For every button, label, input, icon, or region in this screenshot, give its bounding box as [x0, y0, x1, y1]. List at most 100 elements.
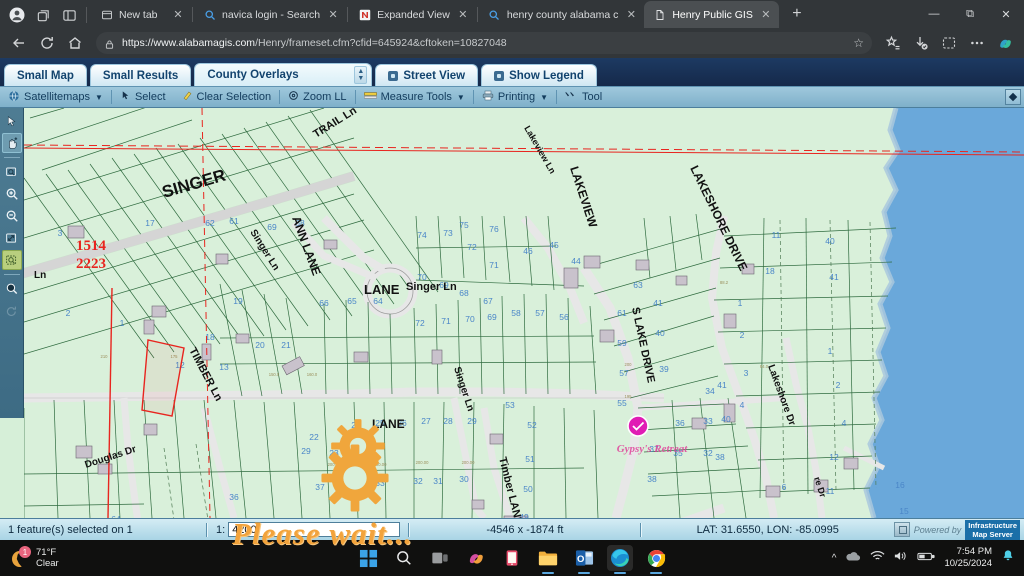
- zoom-previous-tool[interactable]: [1, 250, 22, 270]
- onedrive-icon[interactable]: [845, 549, 861, 567]
- battery-icon[interactable]: [917, 549, 936, 567]
- copilot-icon[interactable]: [992, 30, 1018, 56]
- tool-satellitemaps[interactable]: Satellitemaps ▼: [0, 87, 111, 107]
- browser-tab-expanded-view[interactable]: Expanded View ✕: [349, 1, 476, 28]
- svg-text:1: 1: [120, 318, 125, 328]
- svg-text:50: 50: [523, 484, 533, 494]
- workspaces-icon[interactable]: [30, 2, 56, 28]
- zoom-rectangle-tool[interactable]: [2, 162, 22, 182]
- svg-text:17: 17: [145, 218, 155, 228]
- diamond-icon: [1008, 92, 1018, 102]
- svg-text:2: 2: [66, 308, 71, 318]
- file-explorer-icon[interactable]: [535, 545, 561, 571]
- browser-window: New tab ✕ navica login - Search ✕ Expand…: [0, 0, 1024, 551]
- zoom-in-tool[interactable]: [2, 184, 22, 204]
- new-tab-button[interactable]: +: [785, 2, 809, 26]
- browser-tab-navica-login[interactable]: navica login - Search ✕: [194, 1, 346, 28]
- profile-icon[interactable]: [4, 2, 30, 28]
- back-button[interactable]: [6, 30, 32, 56]
- tool-label: Clear Selection: [196, 91, 272, 103]
- restore-button[interactable]: ⧉: [952, 0, 988, 28]
- close-button[interactable]: ✕: [988, 0, 1024, 28]
- gis-tab-small-results[interactable]: Small Results: [89, 64, 192, 86]
- windows-taskbar: 1 71°F Clear O ^ 7:54 PM 10/25/2024: [0, 540, 1024, 576]
- svg-text:45: 45: [549, 240, 559, 250]
- gis-tab-street-view[interactable]: Street View: [375, 64, 479, 86]
- phone-link-icon[interactable]: [499, 545, 525, 571]
- svg-text:72: 72: [415, 318, 425, 328]
- tool-measure-tools[interactable]: Measure Tools ▼: [356, 87, 473, 107]
- zoom-full-extent-tool[interactable]: [2, 228, 22, 248]
- gis-tab-label: Show Legend: [509, 69, 584, 82]
- copilot-icon[interactable]: [463, 545, 489, 571]
- toolstrip-expand-button[interactable]: [1005, 89, 1021, 105]
- browser-tab-henry-public-gis[interactable]: Henry Public GIS ✕: [644, 1, 779, 28]
- minimize-button[interactable]: —: [916, 0, 952, 28]
- refresh-button[interactable]: [34, 30, 60, 56]
- pan-hand-tool[interactable]: [1, 133, 22, 153]
- address-bar[interactable]: https://www.alabamagis.com/Henry/framese…: [96, 32, 872, 54]
- tab-actions-icon[interactable]: [56, 2, 82, 28]
- browser-tab-henry-county-alabama[interactable]: henry county alabama c ✕: [479, 1, 644, 28]
- browser-tab-new-tab[interactable]: New tab ✕: [91, 1, 191, 28]
- tool-label: Satellitemaps: [24, 91, 91, 103]
- svg-text:33: 33: [375, 478, 385, 488]
- volume-icon[interactable]: [894, 549, 908, 567]
- eraser-icon: [182, 90, 193, 104]
- url-path: /Henry/frameset.cfm?cfid=645924&cftoken=…: [255, 37, 507, 49]
- home-button[interactable]: [62, 30, 88, 56]
- tab-close-icon[interactable]: ✕: [759, 8, 773, 22]
- tab-close-icon[interactable]: ✕: [624, 8, 638, 22]
- collections-icon[interactable]: [880, 30, 906, 56]
- tab-divider: [86, 7, 87, 23]
- svg-text:195: 195: [625, 394, 633, 399]
- weather-widget[interactable]: 1 71°F Clear: [0, 546, 150, 569]
- wifi-icon[interactable]: [870, 549, 885, 567]
- svg-text:40: 40: [655, 328, 665, 338]
- arrow-select-tool[interactable]: [2, 111, 22, 131]
- outlook-mail-icon[interactable]: O: [571, 545, 597, 571]
- scale-input[interactable]: [228, 522, 401, 537]
- downloads-icon[interactable]: [908, 30, 934, 56]
- browser-tabstrip: New tab ✕ navica login - Search ✕ Expand…: [0, 0, 1024, 28]
- identify-tool[interactable]: [2, 279, 22, 299]
- svg-text:34: 34: [705, 386, 715, 396]
- gis-tab-small-map[interactable]: Small Map: [4, 64, 87, 86]
- newtab-icon: [100, 8, 113, 21]
- tool-zoom-ll[interactable]: Zoom LL: [280, 87, 354, 107]
- map-canvas[interactable]: 321 17 12 13 18 19 69 68 66 65 64 74 73 72 71 7…: [24, 108, 1024, 518]
- tool-clear-selection[interactable]: Clear Selection: [174, 87, 280, 107]
- street-view-icon: [388, 70, 399, 81]
- tool-tool[interactable]: Tool: [557, 87, 610, 107]
- legend-icon: [494, 70, 505, 81]
- chevron-up-icon[interactable]: ^: [832, 553, 837, 564]
- taskbar-clock[interactable]: 7:54 PM 10/25/2024: [944, 546, 992, 570]
- tab-separator: [476, 6, 478, 22]
- window-controls: — ⧉ ✕: [916, 0, 1024, 28]
- split-screen-icon[interactable]: [936, 30, 962, 56]
- settings-more-icon[interactable]: [964, 30, 990, 56]
- microsoft-edge-icon[interactable]: [607, 545, 633, 571]
- gis-tab-show-legend[interactable]: Show Legend: [481, 64, 597, 86]
- svg-text:56: 56: [559, 312, 569, 322]
- tab-close-icon[interactable]: ✕: [171, 8, 185, 22]
- tab-close-icon[interactable]: ✕: [326, 8, 340, 22]
- svg-text:160.0: 160.0: [307, 372, 318, 377]
- svg-text:4: 4: [740, 400, 745, 410]
- tool-select[interactable]: Select: [112, 87, 174, 107]
- zoom-out-tool[interactable]: [2, 206, 22, 226]
- task-view-icon[interactable]: [427, 545, 453, 571]
- tool-printing[interactable]: Printing ▼: [474, 87, 556, 107]
- tool-label: Printing: [497, 91, 536, 103]
- search-icon[interactable]: [391, 545, 417, 571]
- county-overlays-select[interactable]: County Overlays ▲ ▼: [194, 63, 373, 86]
- bookmark-star-icon[interactable]: ☆: [853, 36, 864, 50]
- bell-icon[interactable]: [1001, 549, 1015, 568]
- svg-text:Gypsy's Retreat: Gypsy's Retreat: [617, 443, 689, 455]
- tab-close-icon[interactable]: ✕: [456, 8, 470, 22]
- svg-text:88.2: 88.2: [720, 280, 729, 285]
- google-chrome-icon[interactable]: [643, 545, 669, 571]
- spinner-arrows-icon[interactable]: ▲ ▼: [354, 66, 368, 84]
- scale-control[interactable]: 1:: [208, 519, 408, 540]
- start-button-icon[interactable]: [355, 545, 381, 571]
